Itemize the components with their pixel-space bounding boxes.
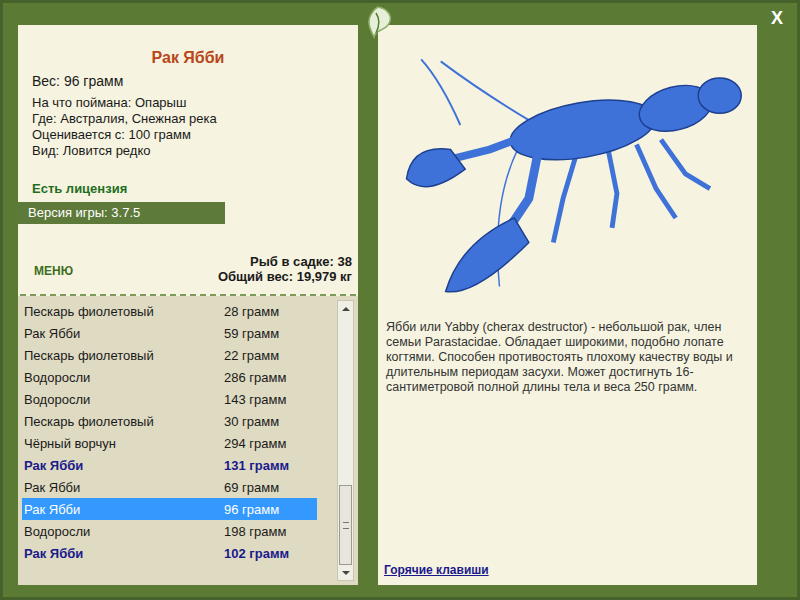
row-weight: 96 грамм bbox=[224, 502, 317, 517]
catch-detail: Где: Австралия, Снежная река bbox=[32, 111, 358, 127]
row-name: Пескарь фиолетовый bbox=[24, 414, 224, 429]
arrow-down-icon bbox=[342, 571, 350, 575]
description: Ябби или Yabby (cherax destructor) - неб… bbox=[382, 314, 753, 395]
stats-area: МЕНЮ Рыб в садке: 38Общий вес: 19,979 кг bbox=[18, 224, 358, 294]
row-weight: 102 грамм bbox=[224, 546, 317, 561]
catch-weight: Вес: 96 грамм bbox=[32, 73, 358, 89]
catch-row[interactable]: Водоросли143 грамм bbox=[22, 388, 317, 410]
right-panel: Ябби или Yabby (cherax destructor) - неб… bbox=[378, 25, 757, 585]
row-weight: 22 грамм bbox=[224, 348, 317, 363]
left-panel: Рак Ябби Вес: 96 грамм На что поймана: Опа… bbox=[18, 25, 358, 585]
row-weight: 198 грамм bbox=[224, 524, 317, 539]
row-name: Водоросли bbox=[24, 370, 224, 385]
row-weight: 294 грамм bbox=[224, 436, 317, 451]
row-name: Чёрный ворчун bbox=[24, 436, 224, 451]
scrollbar[interactable] bbox=[337, 300, 354, 581]
catch-row[interactable]: Пескарь фиолетовый30 грамм bbox=[22, 410, 317, 432]
catch-row[interactable]: Водоросли286 грамм bbox=[22, 366, 317, 388]
catch-row[interactable]: Водоросли198 грамм bbox=[22, 520, 317, 542]
catch-row[interactable]: Рак Ябби131 грамм bbox=[22, 454, 317, 476]
catch-detail: Оценивается с: 100 грамм bbox=[32, 127, 358, 143]
catch-details: На что поймана: ОпарышГде: Австралия, Сн… bbox=[32, 95, 358, 159]
row-name: Рак Ябби bbox=[24, 480, 224, 495]
catch-detail: Вид: Ловится редко bbox=[32, 143, 358, 159]
row-name: Пескарь фиолетовый bbox=[24, 348, 224, 363]
stat-line: Рыб в садке: 38 bbox=[218, 254, 352, 269]
row-weight: 59 грамм bbox=[224, 326, 317, 341]
catch-row[interactable]: Чёрный ворчун294 грамм bbox=[22, 432, 317, 454]
catch-row[interactable]: Рак Ябби59 грамм bbox=[22, 322, 317, 344]
version-bar: Версия игры: 3.7.5 bbox=[18, 202, 225, 224]
scroll-thumb[interactable] bbox=[339, 485, 352, 565]
catch-row[interactable]: Пескарь фиолетовый28 грамм bbox=[22, 300, 317, 322]
row-name: Рак Ябби bbox=[24, 458, 224, 473]
hotkeys-link[interactable]: Горячие клавиши bbox=[382, 563, 753, 577]
row-weight: 131 грамм bbox=[224, 458, 317, 473]
catch-row[interactable]: Пескарь фиолетовый22 грамм bbox=[22, 344, 317, 366]
stat-line: Общий вес: 19,979 кг bbox=[218, 269, 352, 284]
row-weight: 28 грамм bbox=[224, 304, 317, 319]
catch-title: Рак Ябби bbox=[32, 49, 358, 67]
row-weight: 286 грамм bbox=[224, 370, 317, 385]
row-name: Водоросли bbox=[24, 392, 224, 407]
catch-row[interactable]: Рак Ябби69 грамм bbox=[22, 476, 317, 498]
keepnet-stats: Рыб в садке: 38Общий вес: 19,979 кг bbox=[218, 254, 352, 284]
scroll-up-button[interactable] bbox=[338, 301, 353, 316]
row-weight: 143 грамм bbox=[224, 392, 317, 407]
leaf-logo-icon bbox=[358, 3, 398, 43]
catch-window: X Рак Ябби Вес: 96 грамм На что поймана: Оп… bbox=[0, 0, 800, 600]
row-name: Пескарь фиолетовый bbox=[24, 304, 224, 319]
license-status: Есть лицензия bbox=[32, 181, 358, 196]
row-name: Рак Ябби bbox=[24, 326, 224, 341]
arrow-up-icon bbox=[342, 307, 350, 311]
row-weight: 69 грамм bbox=[224, 480, 317, 495]
catch-info: Рак Ябби Вес: 96 грамм На что поймана: Опа… bbox=[18, 25, 358, 202]
row-name: Водоросли bbox=[24, 524, 224, 539]
grip-icon bbox=[343, 522, 349, 529]
catch-row[interactable]: Рак Ябби96 грамм bbox=[22, 498, 317, 520]
row-name: Рак Ябби bbox=[24, 502, 224, 517]
catch-row[interactable]: Рак Ябби102 грамм bbox=[22, 542, 317, 564]
crayfish-picture bbox=[382, 29, 753, 314]
crayfish-icon bbox=[382, 29, 753, 314]
row-name: Рак Ябби bbox=[24, 546, 224, 561]
scroll-down-button[interactable] bbox=[338, 565, 353, 580]
row-weight: 30 грамм bbox=[224, 414, 317, 429]
menu-button[interactable]: МЕНЮ bbox=[34, 264, 73, 278]
catch-rows: Пескарь фиолетовый28 граммРак Ябби59 гра… bbox=[22, 300, 337, 581]
scroll-track[interactable] bbox=[338, 316, 353, 565]
catch-detail: На что поймана: Опарыш bbox=[32, 95, 358, 111]
catch-list: Пескарь фиолетовый28 граммРак Ябби59 гра… bbox=[18, 296, 358, 585]
close-button[interactable]: X bbox=[767, 6, 787, 31]
version-row: Версия игры: 3.7.5 bbox=[18, 202, 358, 224]
